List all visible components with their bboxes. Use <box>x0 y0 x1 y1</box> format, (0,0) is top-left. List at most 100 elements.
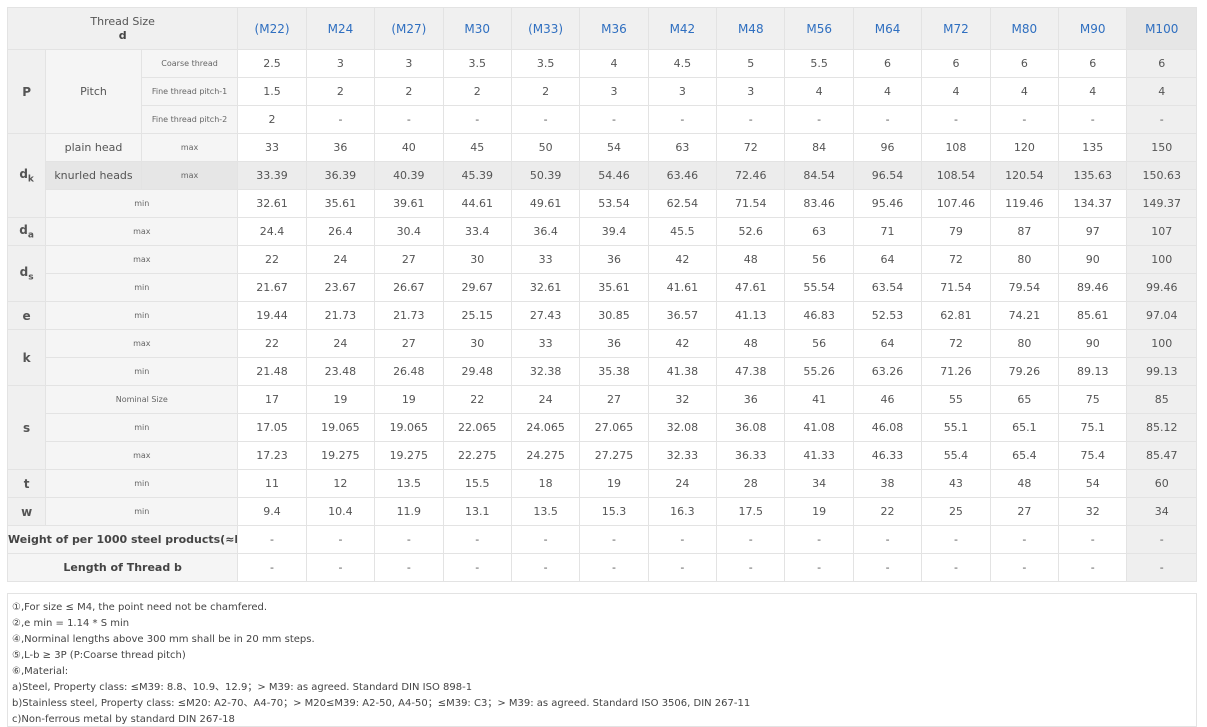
value-cell: 63.54 <box>852 273 923 302</box>
value-cell: 36.57 <box>647 301 718 330</box>
value-cell: 74.21 <box>989 301 1060 330</box>
value-cell: 17 <box>237 385 307 414</box>
value-cell: 72.46 <box>716 161 786 190</box>
table-row: min 32.61 35.61 39.61 44.61 49.61 53.54 62.54 7… <box>8 189 1197 218</box>
value-cell: 30 <box>442 329 512 358</box>
value-cell: 46.33 <box>852 441 923 470</box>
thread-length-label: Length of Thread b <box>6 553 239 582</box>
value-cell: 26.48 <box>374 357 444 386</box>
row-sublabel: max <box>140 161 239 190</box>
value-cell: 27 <box>374 245 444 274</box>
value-cell: 62.81 <box>921 301 991 330</box>
value-cell: 47.61 <box>716 273 786 302</box>
value-cell: 16.3 <box>647 497 718 526</box>
value-cell: - <box>579 105 649 134</box>
value-cell: 21.73 <box>305 301 376 330</box>
value-cell: 64 <box>852 329 923 358</box>
value-cell: 25 <box>921 497 991 526</box>
value-cell: 21.48 <box>237 357 307 386</box>
table-row: Length of Thread b -------------- <box>6 553 1197 582</box>
value-cell: 55.4 <box>921 441 991 470</box>
value-cell: - <box>305 105 376 134</box>
value-cell: 19 <box>784 497 854 526</box>
row-sublabel: min <box>45 273 239 302</box>
value-cell: 6 <box>989 49 1060 78</box>
value-cell: 38 <box>852 469 923 498</box>
value-cell: 22 <box>237 329 307 358</box>
row-symbol: ds <box>6 245 47 302</box>
value-cell: 36 <box>579 329 649 358</box>
value-cell: 87 <box>989 217 1060 246</box>
value-cell: 3 <box>374 49 444 78</box>
value-cell: 32 <box>1058 497 1128 526</box>
value-cell: 32 <box>647 385 718 414</box>
value-cell: 13.5 <box>510 497 581 526</box>
value-cell: - <box>852 525 923 554</box>
row-sublabel: Fine thread pitch-2 <box>140 105 239 134</box>
value-cell: 99.46 <box>1126 273 1197 302</box>
value-cell: - <box>374 525 444 554</box>
symbol-subscript: a <box>27 230 34 241</box>
value-cell: 5 <box>716 49 786 78</box>
value-cell: 3 <box>305 49 376 78</box>
thread-size-symbol: d <box>118 28 127 42</box>
value-cell: - <box>647 525 718 554</box>
size-header: (M33) <box>510 7 581 50</box>
value-cell: 90 <box>1058 329 1128 358</box>
value-cell: 41.61 <box>647 273 718 302</box>
size-header: M42 <box>647 7 718 50</box>
value-cell: 19 <box>374 385 444 414</box>
value-cell: 3 <box>579 77 649 106</box>
row-label: knurled heads <box>45 161 142 190</box>
value-cell: 135 <box>1058 133 1128 162</box>
row-sublabel: max <box>45 329 239 358</box>
value-cell: 41 <box>784 385 854 414</box>
note-line: ②,e min = 1.14 * S min <box>12 618 130 629</box>
value-cell: 35.61 <box>579 273 649 302</box>
value-cell: 45.39 <box>442 161 512 190</box>
value-cell: 71.26 <box>921 357 991 386</box>
row-sublabel: max <box>45 441 239 470</box>
value-cell: 19.44 <box>237 301 307 330</box>
value-cell: 75.1 <box>1058 413 1128 442</box>
size-header: M48 <box>716 7 786 50</box>
value-cell: 62.54 <box>647 189 718 218</box>
value-cell: 1.5 <box>237 77 307 106</box>
value-cell: - <box>647 105 718 134</box>
value-cell: - <box>1126 553 1197 582</box>
value-cell: - <box>510 553 581 582</box>
row-sublabel: Fine thread pitch-1 <box>140 77 239 106</box>
value-cell: 36 <box>716 385 786 414</box>
value-cell: 72 <box>921 329 991 358</box>
row-symbol: da <box>6 217 47 246</box>
value-cell: 19.065 <box>305 413 376 442</box>
value-cell: 99.13 <box>1126 357 1197 386</box>
value-cell: 150 <box>1126 133 1197 162</box>
value-cell: 3.5 <box>442 49 512 78</box>
value-cell: 17.5 <box>716 497 786 526</box>
value-cell: 71.54 <box>716 189 786 218</box>
value-cell: 11.9 <box>374 497 444 526</box>
value-cell: - <box>1058 553 1128 582</box>
row-sublabel: max <box>140 133 239 162</box>
value-cell: 4 <box>852 77 923 106</box>
value-cell: 52.53 <box>852 301 923 330</box>
thread-size-title: Thread Size <box>90 14 155 28</box>
symbol-main: d <box>19 166 28 181</box>
value-cell: 27.43 <box>510 301 581 330</box>
value-cell: 19 <box>579 469 649 498</box>
value-cell: - <box>1126 105 1197 134</box>
value-cell: - <box>374 105 444 134</box>
value-cell: 24 <box>647 469 718 498</box>
value-cell: - <box>579 525 649 554</box>
value-cell: 4 <box>579 49 649 78</box>
value-cell: 108.54 <box>921 161 991 190</box>
value-cell: 149.37 <box>1126 189 1197 218</box>
value-cell: 21.73 <box>374 301 444 330</box>
table-row: Fine thread pitch-2 2------------- <box>8 105 1197 134</box>
value-cell: 79.26 <box>989 357 1060 386</box>
value-cell: 10.4 <box>305 497 376 526</box>
value-cell: 30.4 <box>374 217 444 246</box>
value-cell: 34 <box>784 469 854 498</box>
value-cell: - <box>1058 525 1128 554</box>
